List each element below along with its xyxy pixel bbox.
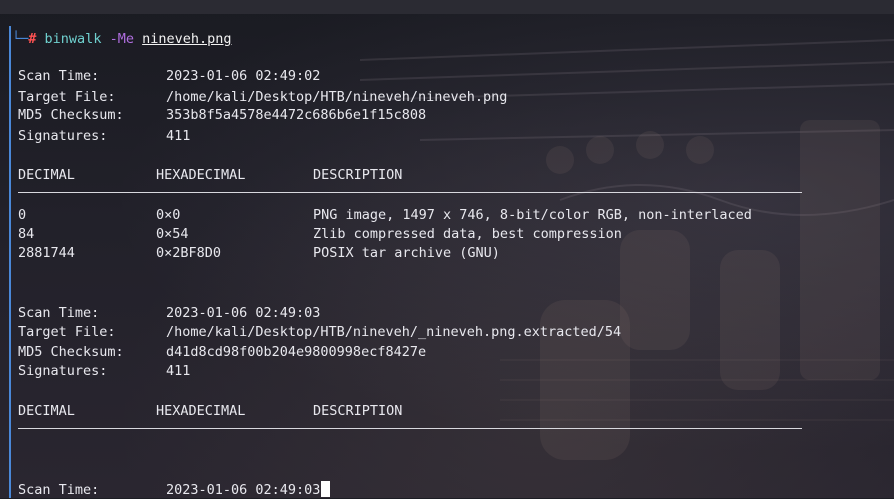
text-cursor	[321, 481, 331, 497]
header-description: DESCRIPTION	[313, 403, 403, 419]
table-divider	[18, 428, 802, 429]
header-decimal: DECIMAL	[18, 167, 75, 183]
command-name: binwalk	[44, 31, 102, 47]
header-hexadecimal: HEXADECIMAL	[156, 403, 246, 419]
command-argument: nineveh.png	[142, 31, 232, 47]
md5-checksum-line: MD5 Checksum: d41d8cd98f00b204e9800998ecf…	[18, 344, 427, 360]
table-row: 2881744 0×2BF8D0 POSIX tar archive (GNU)	[18, 245, 500, 261]
md5-checksum-line: MD5 Checksum: 353b8f5a4578e4472c686b6e1f1…	[18, 107, 427, 123]
scan-time-line: Scan Time: 2023-01-06 02:49:03	[18, 481, 331, 499]
signatures-line: Signatures: 411	[18, 363, 191, 379]
command-prompt-line: └─# binwalk -Me nineveh.png	[12, 30, 232, 48]
scan-time-line: Scan Time: 2023-01-06 02:49:03	[18, 305, 321, 321]
header-description: DESCRIPTION	[313, 167, 403, 183]
scan-time-line: Scan Time: 2023-01-06 02:49:02	[18, 68, 321, 84]
target-file-line: Target File:/home/kali/Desktop/HTB/ninev…	[18, 324, 622, 340]
table-row: 84 0×54 Zlib compressed data, best compres…	[18, 226, 622, 242]
signatures-line: Signatures: 411	[18, 128, 191, 144]
table-header: DECIMAL HEXADECIMAL DESCRIPTION	[18, 166, 402, 184]
table-row: 0 0×0 PNG image, 1497 x 746, 8-bit/color R…	[18, 207, 752, 223]
command-flags: -Me	[109, 31, 134, 47]
terminal-output[interactable]: └─# binwalk -Me nineveh.png Scan Time: 20…	[0, 0, 894, 498]
table-header: DECIMAL HEXADECIMAL DESCRIPTION	[18, 402, 402, 420]
root-prompt-hash: #	[28, 31, 37, 47]
prompt-corner-glyph: └─	[12, 31, 29, 47]
header-hexadecimal: HEXADECIMAL	[156, 167, 246, 183]
target-file-line: Target File:/home/kali/Desktop/HTB/ninev…	[18, 89, 508, 105]
table-divider	[18, 192, 802, 193]
header-decimal: DECIMAL	[18, 403, 75, 419]
